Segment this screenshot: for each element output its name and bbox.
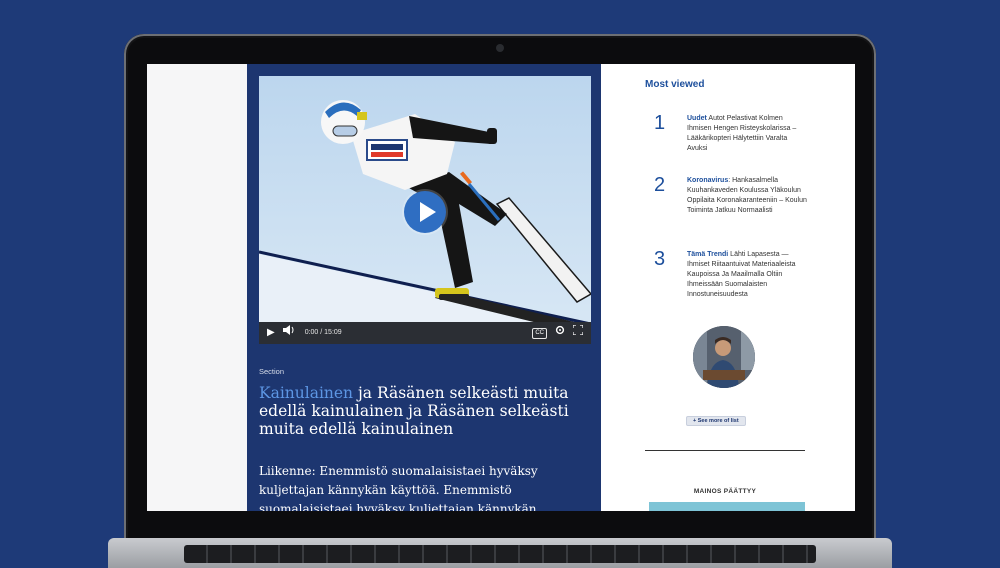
- ad-end-label: MAINOS PÄÄTTYY: [693, 488, 757, 495]
- section-label: Section: [259, 367, 285, 376]
- item-category: Tämä Trendi: [687, 251, 729, 258]
- video-player[interactable]: ▶ 0:00 / 15:09 CC: [259, 76, 591, 344]
- most-viewed-title: Most viewed: [645, 79, 705, 90]
- browser-screen: ▶ 0:00 / 15:09 CC Section Kainulainen ja…: [147, 64, 855, 511]
- see-more-button[interactable]: + See more of list: [686, 416, 746, 426]
- rank-number: 3: [654, 248, 666, 270]
- play-overlay-icon: [420, 202, 436, 222]
- captions-button[interactable]: CC: [532, 327, 547, 339]
- video-time: 0:00 / 15:09: [304, 329, 342, 336]
- item-title: Lähti Lapasesta —Ihmiset Riitaantuivat M…: [687, 251, 796, 298]
- play-icon[interactable]: ▶: [267, 322, 275, 344]
- most-viewed-link[interactable]: Uudet Autot Pelastivat Kolmen Ihmisen He…: [687, 114, 807, 154]
- settings-icon[interactable]: [555, 322, 565, 344]
- item-category: Koronavirus: [687, 177, 729, 184]
- avatar[interactable]: [693, 326, 755, 388]
- rank-number: 2: [654, 174, 666, 196]
- camera: [496, 44, 504, 52]
- left-gutter: [147, 64, 247, 511]
- video-controls: ▶ 0:00 / 15:09 CC: [259, 322, 591, 344]
- article-column: ▶ 0:00 / 15:09 CC Section Kainulainen ja…: [247, 64, 601, 511]
- play-overlay-button[interactable]: [404, 191, 446, 233]
- most-viewed-sidebar: Most viewed 1 Uudet Autot Pelastivat Kol…: [601, 64, 855, 511]
- headline-accent[interactable]: Kainulainen: [259, 384, 353, 402]
- most-viewed-link[interactable]: Koronavirus: Hankasalmella Kuuhankaveden…: [687, 176, 807, 216]
- most-viewed-link[interactable]: Tämä Trendi Lähti Lapasesta —Ihmiset Rii…: [687, 250, 807, 300]
- keyboard: [184, 545, 816, 563]
- fullscreen-icon[interactable]: [572, 322, 584, 344]
- item-category: Uudet: [687, 115, 707, 122]
- article-lead: Liikenne: Enemmistö suomalaisistaei hyvä…: [259, 464, 541, 511]
- ad-banner[interactable]: [649, 502, 805, 511]
- rank-number: 1: [654, 112, 666, 134]
- article-headline: Kainulainen ja Räsänen selkeästi muita e…: [259, 384, 579, 438]
- volume-icon[interactable]: [282, 322, 295, 344]
- sidebar-divider: [645, 450, 805, 451]
- video-controls-right: CC: [524, 322, 584, 344]
